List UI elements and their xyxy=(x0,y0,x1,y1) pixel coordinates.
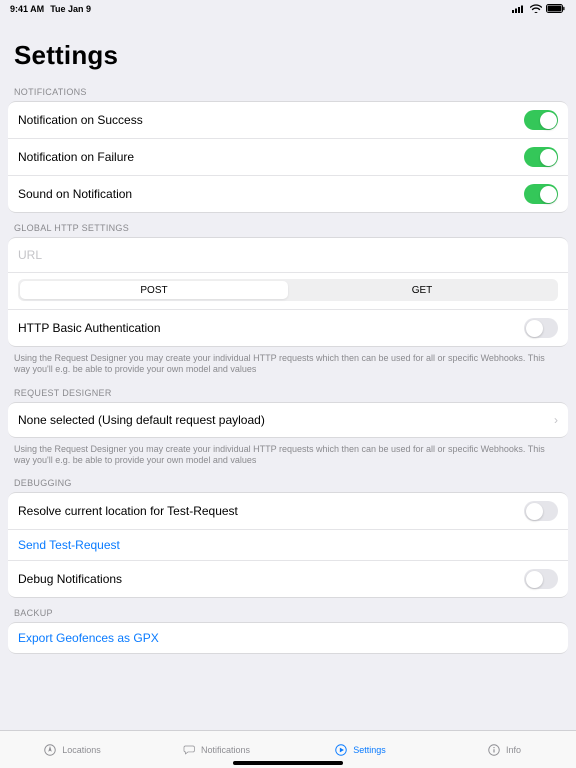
note-request-designer: Using the Request Designer you may creat… xyxy=(0,438,576,469)
label-sound: Sound on Notification xyxy=(18,187,132,201)
toggle-debug-notifications[interactable] xyxy=(524,569,558,589)
section-header-backup: BACKUP xyxy=(0,598,576,622)
tab-locations-label: Locations xyxy=(62,745,101,755)
row-request-designer[interactable]: None selected (Using default request pay… xyxy=(8,403,568,437)
group-backup: Export Geofences as GPX xyxy=(8,622,568,654)
label-failure: Notification on Failure xyxy=(18,150,134,164)
label-success: Notification on Success xyxy=(18,113,143,127)
group-notifications: Notification on Success Notification on … xyxy=(8,101,568,213)
toggle-success[interactable] xyxy=(524,110,558,130)
wifi-icon xyxy=(530,4,542,15)
url-input[interactable] xyxy=(18,248,558,262)
battery-icon xyxy=(546,4,566,15)
tab-locations[interactable]: Locations xyxy=(0,731,144,768)
row-send-test[interactable]: Send Test-Request xyxy=(8,529,568,560)
section-header-notifications: NOTIFICATIONS xyxy=(0,77,576,101)
row-url[interactable] xyxy=(8,238,568,272)
tab-info-label: Info xyxy=(506,745,521,755)
toggle-sound[interactable] xyxy=(524,184,558,204)
section-header-debugging: DEBUGGING xyxy=(0,468,576,492)
label-send-test[interactable]: Send Test-Request xyxy=(18,538,120,552)
settings-icon xyxy=(334,743,348,757)
row-sound-notification[interactable]: Sound on Notification xyxy=(8,175,568,212)
info-icon xyxy=(487,743,501,757)
label-request-designer: None selected (Using default request pay… xyxy=(18,413,265,427)
label-basic-auth: HTTP Basic Authentication xyxy=(18,321,161,335)
row-debug-notifications[interactable]: Debug Notifications xyxy=(8,560,568,597)
notifications-icon xyxy=(182,743,196,757)
row-method-segment: POST GET xyxy=(8,272,568,309)
toggle-resolve-location[interactable] xyxy=(524,501,558,521)
group-debugging: Resolve current location for Test-Reques… xyxy=(8,492,568,598)
segment-get-button[interactable]: GET xyxy=(288,281,556,299)
group-request-designer: None selected (Using default request pay… xyxy=(8,402,568,438)
tab-settings-label: Settings xyxy=(353,745,386,755)
tab-notifications-label: Notifications xyxy=(201,745,250,755)
segment-post-button[interactable]: POST xyxy=(20,281,288,299)
group-global-http: POST GET HTTP Basic Authentication xyxy=(8,237,568,347)
label-resolve-location: Resolve current location for Test-Reques… xyxy=(18,504,238,518)
label-export-gpx[interactable]: Export Geofences as GPX xyxy=(18,631,159,645)
note-global-http: Using the Request Designer you may creat… xyxy=(0,347,576,378)
row-basic-auth[interactable]: HTTP Basic Authentication xyxy=(8,309,568,346)
status-date: Tue Jan 9 xyxy=(50,4,91,14)
page-title: Settings xyxy=(0,16,576,77)
chevron-right-icon: › xyxy=(554,413,558,427)
row-success-notification[interactable]: Notification on Success xyxy=(8,102,568,138)
section-header-request-designer: REQUEST DESIGNER xyxy=(0,378,576,402)
tab-info[interactable]: Info xyxy=(432,731,576,768)
label-debug-notifications: Debug Notifications xyxy=(18,572,122,586)
row-export-gpx[interactable]: Export Geofences as GPX xyxy=(8,623,568,653)
segment-http-method[interactable]: POST GET xyxy=(18,279,558,301)
home-indicator xyxy=(233,761,343,765)
toggle-failure[interactable] xyxy=(524,147,558,167)
toggle-basic-auth[interactable] xyxy=(524,318,558,338)
signal-icon xyxy=(512,4,526,15)
status-bar: 9:41 AM Tue Jan 9 xyxy=(0,0,576,16)
locations-icon xyxy=(43,743,57,757)
section-header-global-http: GLOBAL HTTP SETTINGS xyxy=(0,213,576,237)
row-resolve-location[interactable]: Resolve current location for Test-Reques… xyxy=(8,493,568,529)
row-failure-notification[interactable]: Notification on Failure xyxy=(8,138,568,175)
status-time: 9:41 AM xyxy=(10,4,44,14)
